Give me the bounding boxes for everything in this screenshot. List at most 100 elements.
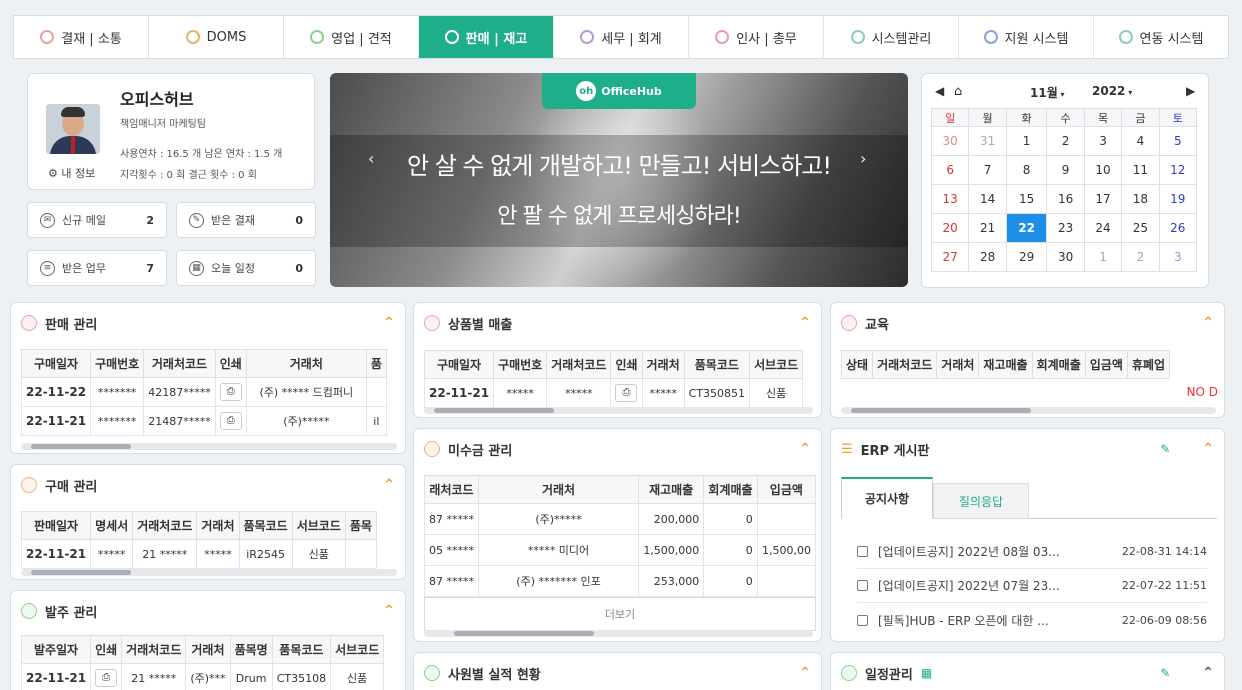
calendar-day[interactable]: 30 <box>930 126 970 156</box>
collapse-icon[interactable]: ⌃ <box>383 603 395 619</box>
received-approval-button[interactable]: ✎ 받은 결재 0 <box>176 202 316 238</box>
horizontal-scrollbar[interactable] <box>424 630 813 637</box>
calendar-prev-icon[interactable]: ◀ <box>935 84 944 98</box>
calendar-day[interactable]: 14 <box>968 184 1007 214</box>
tab-notice[interactable]: 공지사항 <box>841 477 933 519</box>
collapse-icon[interactable]: ⌃ <box>1202 441 1214 457</box>
calendar-day[interactable]: 16 <box>1046 184 1085 214</box>
erp-board-panel: ☰ ERP 게시판 ✎ ⌃ 공지사항 질의응답 [업데이트공지] 2022년 08월 … <box>830 428 1225 642</box>
collapse-icon[interactable]: ⌃ <box>383 477 395 493</box>
staff-performance-panel: 사원별 실적 현황 ⌃ <box>413 652 822 690</box>
today-schedule-button[interactable]: ▦ 오늘 일정 0 <box>176 250 316 286</box>
tab-integration[interactable]: 연동 시스템 <box>1094 16 1228 58</box>
received-task-button[interactable]: ≡ 받은 업무 7 <box>27 250 167 286</box>
calendar-day[interactable]: 8 <box>1005 155 1048 185</box>
calendar-day[interactable]: 7 <box>968 155 1007 185</box>
calendar-day[interactable]: 3 <box>1158 242 1198 272</box>
tab-approval[interactable]: 결재 | 소통 <box>14 16 149 58</box>
tab-qna[interactable]: 질의응답 <box>933 483 1029 519</box>
calendar-day[interactable]: 4 <box>1121 126 1160 156</box>
list-item[interactable]: [업데이트공지] 2022년 08월 03... 22-08-31 14:14 <box>857 535 1207 569</box>
calendar-day[interactable]: 10 <box>1083 155 1123 185</box>
calendar-day[interactable]: 30 <box>1046 242 1085 272</box>
calendar-day[interactable]: 23 <box>1046 213 1085 243</box>
promo-banner: oh OfficeHub 안 살 수 없게 개발하고! 만들고! 서비스하고! 안… <box>330 73 908 287</box>
calendar-day[interactable]: 11 <box>1121 155 1160 185</box>
calendar-day[interactable]: 20 <box>930 213 970 243</box>
calendar-day[interactable]: 21 <box>968 213 1007 243</box>
tab-doms[interactable]: DOMS <box>149 16 284 58</box>
list-item[interactable]: [업데이트공지] 2022년 07월 23... 22-07-22 11:51 <box>857 569 1207 603</box>
calendar-day[interactable]: 18 <box>1121 184 1160 214</box>
tab-support[interactable]: 지원 시스템 <box>959 16 1094 58</box>
list-item[interactable]: [필독]HUB - ERP 오픈에 대한 ... 22-06-09 08:56 <box>857 603 1207 637</box>
banner-next-icon[interactable]: › <box>860 149 866 168</box>
banner-prev-icon[interactable]: ‹ <box>368 149 374 168</box>
table-row[interactable]: 22-11-21 ***** 21 ***** ***** iR2545 신품 <box>20 539 377 569</box>
table-row[interactable]: 22-11-21 ⎙ 21 ***** (주)*** Drum CT35108 신품 <box>20 663 385 690</box>
collapse-icon[interactable]: ⌃ <box>799 441 811 457</box>
tab-sales-inventory[interactable]: 판매 | 재고 <box>419 16 554 58</box>
edit-icon[interactable]: ✎ <box>1160 442 1170 456</box>
horizontal-scrollbar[interactable] <box>841 407 1216 414</box>
calendar-day[interactable]: 19 <box>1158 184 1198 214</box>
collapse-icon[interactable]: ⌃ <box>799 665 811 681</box>
my-info-link[interactable]: ⚙ 내 정보 <box>48 165 95 181</box>
calendar-day[interactable]: 6 <box>930 155 970 185</box>
calendar-day[interactable]: 13 <box>930 184 970 214</box>
user-role: 책임매니저 마케팅팀 <box>120 119 206 130</box>
edit-icon[interactable]: ✎ <box>1160 666 1170 680</box>
calendar-day[interactable]: 2 <box>1046 126 1085 156</box>
calendar-day[interactable]: 29 <box>1005 242 1048 272</box>
calendar-day[interactable]: 24 <box>1083 213 1123 243</box>
print-icon[interactable]: ⎙ <box>219 383 242 401</box>
month-select[interactable]: 11월 ▾ <box>1030 84 1065 101</box>
calendar-day[interactable]: 1 <box>1083 242 1123 272</box>
calendar-day[interactable]: 1 <box>1005 126 1048 156</box>
table-row[interactable]: 87 ***** (주) ******* 인포 253,000 0 <box>424 565 817 597</box>
doms-icon <box>185 30 200 44</box>
collapse-icon[interactable]: ⌃ <box>383 315 395 331</box>
calendar-day[interactable]: 28 <box>968 242 1007 272</box>
calendar-day[interactable]: 17 <box>1083 184 1123 214</box>
horizontal-scrollbar[interactable] <box>424 407 813 414</box>
tab-sales-quote[interactable]: 영업 | 견적 <box>284 16 419 58</box>
horizontal-scrollbar[interactable] <box>21 443 397 450</box>
calendar-day[interactable]: 25 <box>1121 213 1160 243</box>
calendar-day[interactable]: 5 <box>1158 126 1198 156</box>
collapse-icon[interactable]: ⌃ <box>1202 665 1214 681</box>
print-icon[interactable]: ⎙ <box>95 669 118 687</box>
panel-title: 상품별 매출 <box>448 317 513 333</box>
calendar-day[interactable]: 22 <box>1005 213 1048 243</box>
print-icon[interactable]: ⎙ <box>219 412 242 430</box>
new-mail-button[interactable]: ✉ 신규 메일 2 <box>27 202 167 238</box>
collapse-icon[interactable]: ⌃ <box>1202 315 1214 331</box>
horizontal-scrollbar[interactable] <box>21 569 397 576</box>
calendar-day[interactable]: 26 <box>1158 213 1198 243</box>
year-select[interactable]: 2022 ▾ <box>1092 84 1132 98</box>
print-icon[interactable]: ⎙ <box>615 384 638 402</box>
calendar-day[interactable]: 15 <box>1005 184 1048 214</box>
calendar-day[interactable]: 9 <box>1046 155 1085 185</box>
tab-tax-accounting[interactable]: 세무 | 회계 <box>554 16 689 58</box>
more-button[interactable]: 더보기 <box>424 597 816 631</box>
table-row[interactable]: 87 ***** (주)***** 200,000 0 <box>424 503 817 535</box>
table-row[interactable]: 22-11-21 ******* 21487***** ⎙ (주)***** il <box>20 406 387 436</box>
calendar-day[interactable]: 31 <box>968 126 1007 156</box>
purchase-panel: 구매 관리 ⌃ 판매일자 명세서 거래처코드 거래처 품목코드 서브코드 품목 22-11-2… <box>10 464 406 580</box>
home-icon[interactable]: ⌂ <box>954 84 962 99</box>
calendar-day[interactable]: 3 <box>1083 126 1123 156</box>
tab-hr[interactable]: 인사 | 총무 <box>689 16 824 58</box>
calendar-day[interactable]: 2 <box>1121 242 1160 272</box>
table-row[interactable]: 22-11-22 ******* 42187***** ⎙ (주) ***** 드컴퍼니 <box>20 377 387 407</box>
weekday-label: 수 <box>1046 108 1085 127</box>
tab-system[interactable]: 시스템관리 <box>824 16 959 58</box>
document-icon <box>857 580 868 591</box>
calendar-day[interactable]: 27 <box>930 242 970 272</box>
calendar-day[interactable]: 12 <box>1158 155 1198 185</box>
table-row[interactable]: 05 ***** ***** 미디어 1,500,000 0 1,500,00 <box>424 534 817 566</box>
table-row[interactable]: 22-11-21 ***** ***** ⎙ ***** CT350851 신품 <box>423 378 804 408</box>
collapse-icon[interactable]: ⌃ <box>799 315 811 331</box>
weekday-label: 월 <box>968 108 1007 127</box>
calendar-next-icon[interactable]: ▶ <box>1186 84 1195 98</box>
